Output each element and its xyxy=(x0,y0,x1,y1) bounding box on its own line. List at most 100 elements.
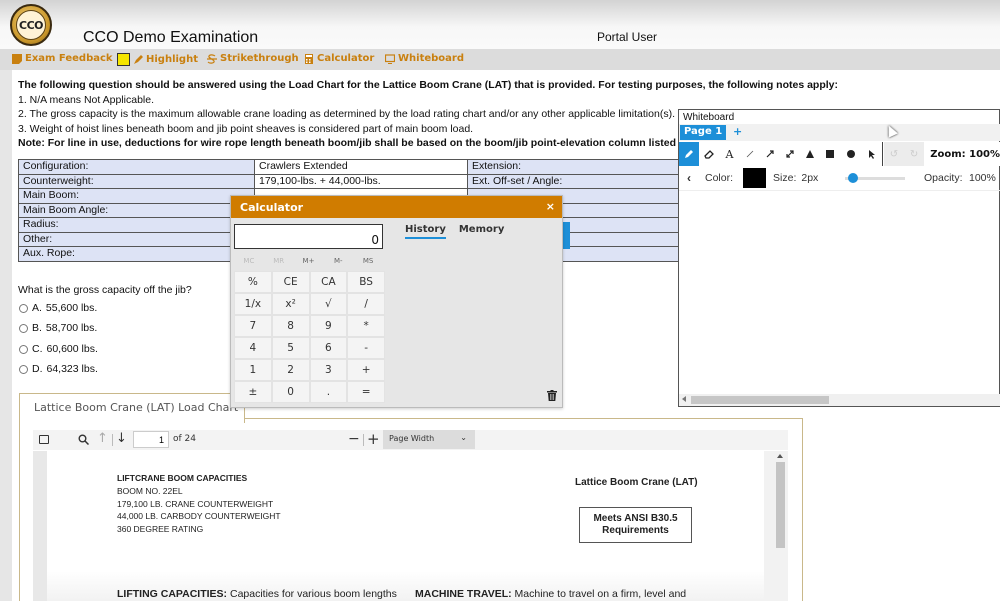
key-reciprocal[interactable]: 1/x xyxy=(234,293,272,315)
key-clear-entry[interactable]: CE xyxy=(271,271,310,293)
cco-logo: CCO xyxy=(10,4,52,46)
triangle-tool[interactable] xyxy=(800,142,820,166)
key-square[interactable]: x² xyxy=(271,293,310,315)
next-page-icon[interactable]: ↓ xyxy=(116,431,127,446)
arrow-tool[interactable] xyxy=(760,142,780,166)
answer-option-d[interactable]: D. 64,323 lbs. xyxy=(19,363,98,375)
load-chart-tab[interactable]: Lattice Boom Crane (LAT) Load Chart xyxy=(19,393,245,423)
option-text: 58,700 lbs. xyxy=(45,322,98,334)
scroll-left-icon[interactable] xyxy=(682,396,686,402)
pdf-scrollbar-thumb[interactable] xyxy=(776,462,785,548)
circle-tool[interactable] xyxy=(841,142,861,166)
tab-history[interactable]: History xyxy=(405,224,446,239)
key-divide[interactable]: / xyxy=(347,293,385,315)
whiteboard-page-bar: Page 1 + xyxy=(679,124,1000,141)
whiteboard-window: Whiteboard Page 1 + A ↺ ↻ Zoom: 100% ‹ C… xyxy=(678,109,1000,407)
key-9[interactable]: 9 xyxy=(309,315,348,337)
calculator-display: 0 xyxy=(234,224,383,249)
answer-option-a[interactable]: A. 55,600 lbs. xyxy=(19,302,97,314)
exam-feedback-button[interactable]: Exam Feedback xyxy=(12,53,113,64)
key-2[interactable]: 2 xyxy=(271,359,310,381)
rectangle-tool[interactable] xyxy=(820,142,840,166)
pdf-toolbar: ↑ ↓ of 24 − + Page Width ⌄ xyxy=(33,430,788,450)
key-percent[interactable]: % xyxy=(234,271,272,293)
highlight-button[interactable]: Highlight xyxy=(117,53,198,66)
strikethrough-button[interactable]: Strikethrough xyxy=(207,53,299,64)
double-arrow-tool[interactable] xyxy=(780,142,800,166)
whiteboard-scrollbar[interactable] xyxy=(679,394,1000,406)
instruction-note: 1. N/A means Not Applicable. xyxy=(18,93,154,106)
memory-recall-button[interactable]: MR xyxy=(264,254,294,268)
radio-button[interactable] xyxy=(19,364,28,374)
key-6[interactable]: 6 xyxy=(309,337,348,359)
highlighter-icon xyxy=(134,54,143,64)
eraser-icon xyxy=(704,150,715,159)
add-page-button[interactable]: + xyxy=(733,125,742,138)
table-cell-label: Counterweight: xyxy=(18,173,255,189)
radio-button[interactable] xyxy=(19,303,28,313)
sidebar-toggle-icon[interactable] xyxy=(39,435,49,444)
select-tool[interactable] xyxy=(861,142,881,166)
zoom-in-icon[interactable]: + xyxy=(367,430,380,448)
collapse-icon[interactable]: ‹ xyxy=(687,171,691,185)
calculator-button[interactable]: Calculator xyxy=(304,53,374,64)
doc-line: 360 DEGREE RATING xyxy=(117,524,204,535)
key-sqrt[interactable]: √ xyxy=(309,293,348,315)
pencil-tool[interactable] xyxy=(679,142,700,166)
trash-icon[interactable] xyxy=(547,390,557,401)
radio-button[interactable] xyxy=(19,344,28,354)
key-subtract[interactable]: - xyxy=(347,337,385,359)
redo-icon: ↻ xyxy=(909,148,919,160)
whiteboard-button[interactable]: Whiteboard xyxy=(385,53,464,64)
key-backspace[interactable]: BS xyxy=(347,271,385,293)
memory-store-button[interactable]: MS xyxy=(353,254,383,268)
key-equals[interactable]: = xyxy=(347,381,385,403)
scroll-up-icon[interactable] xyxy=(777,454,783,458)
radio-button[interactable] xyxy=(19,323,28,333)
key-1[interactable]: 1 xyxy=(234,359,272,381)
eraser-tool[interactable] xyxy=(699,142,719,166)
color-swatch[interactable] xyxy=(743,168,767,188)
line-tool[interactable] xyxy=(740,142,760,166)
triangle-icon xyxy=(806,150,815,158)
redo-button[interactable]: ↻ xyxy=(904,142,925,166)
question-text: What is the gross capacity off the jib? xyxy=(18,284,192,296)
key-3[interactable]: 3 xyxy=(309,359,348,381)
whiteboard-tools: A ↺ ↻ Zoom: 100% xyxy=(679,142,1000,166)
highlight-label: Highlight xyxy=(146,54,198,65)
logo-text: CCO xyxy=(16,10,46,40)
memory-subtract-button[interactable]: M- xyxy=(323,254,353,268)
tab-memory[interactable]: Memory xyxy=(459,224,504,239)
text-tool[interactable]: A xyxy=(719,142,739,166)
key-0[interactable]: 0 xyxy=(271,381,310,403)
page-number-input[interactable] xyxy=(133,431,169,448)
whiteboard-scrollbar-thumb[interactable] xyxy=(691,396,829,404)
answer-option-c[interactable]: C. 60,600 lbs. xyxy=(19,343,98,355)
answer-option-b[interactable]: B. 58,700 lbs. xyxy=(19,322,97,334)
size-slider[interactable] xyxy=(845,173,905,183)
key-7[interactable]: 7 xyxy=(234,315,272,337)
tab-page-1[interactable]: Page 1 xyxy=(680,125,727,140)
double-arrow-icon xyxy=(786,150,794,158)
highlight-color-swatch[interactable] xyxy=(117,53,130,66)
key-4[interactable]: 4 xyxy=(234,337,272,359)
zoom-out-icon[interactable]: − xyxy=(348,431,360,447)
memory-clear-button[interactable]: MC xyxy=(234,254,264,268)
table-cell-label: Aux. Rope: xyxy=(18,246,255,262)
key-clear-all[interactable]: CA xyxy=(309,271,348,293)
key-multiply[interactable]: * xyxy=(347,315,385,337)
key-add[interactable]: + xyxy=(347,359,385,381)
previous-page-icon[interactable]: ↑ xyxy=(97,431,108,446)
zoom-select[interactable]: Page Width ⌄ xyxy=(383,430,475,449)
memory-add-button[interactable]: M+ xyxy=(294,254,324,268)
key-8[interactable]: 8 xyxy=(271,315,310,337)
close-icon[interactable]: × xyxy=(546,200,555,213)
key-decimal[interactable]: . xyxy=(309,381,348,403)
undo-button[interactable]: ↺ xyxy=(883,142,905,166)
search-icon[interactable] xyxy=(78,434,89,445)
key-negate[interactable]: ± xyxy=(234,381,272,403)
size-slider-handle[interactable] xyxy=(847,173,858,183)
key-5[interactable]: 5 xyxy=(271,337,310,359)
option-text: 60,600 lbs. xyxy=(46,343,98,355)
calculator-titlebar[interactable]: Calculator × xyxy=(231,196,562,218)
